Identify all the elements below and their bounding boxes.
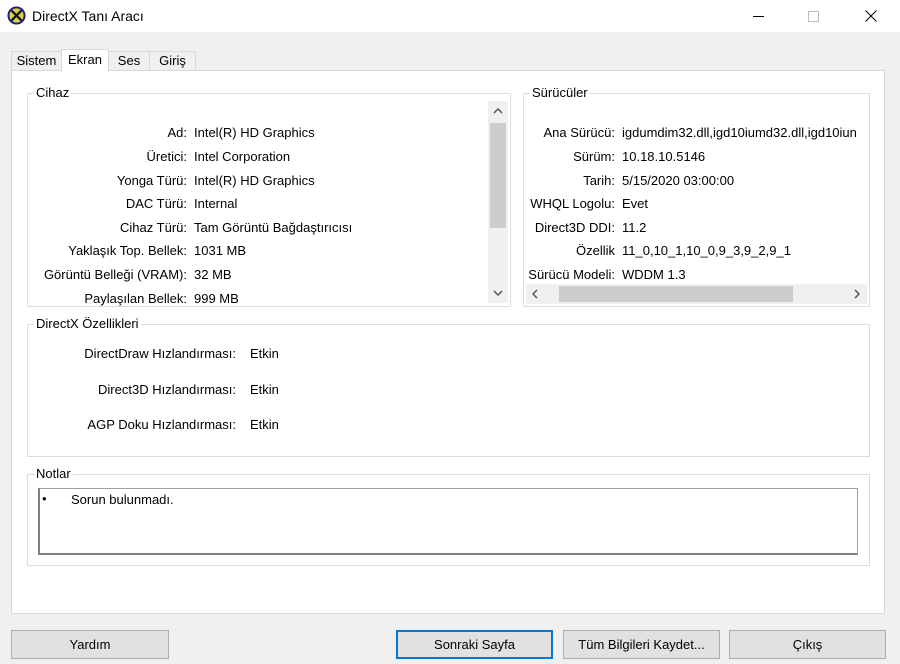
- device-value: 1031 MB: [194, 243, 247, 258]
- features-group-title: DirectX Özellikleri: [34, 316, 141, 331]
- driver-label: Sürücü Modeli:: [528, 267, 615, 282]
- device-row: Yaklaşık Top. Bellek: 1031 MB: [28, 241, 478, 261]
- notes-bullet: •: [42, 491, 47, 506]
- driver-label: Tarih:: [583, 173, 615, 188]
- help-button[interactable]: Yardım: [11, 630, 169, 659]
- notes-item: Sorun bulunmadı.: [71, 492, 174, 507]
- tab-ekran[interactable]: Ekran: [61, 49, 109, 72]
- drivers-horizontal-scrollbar[interactable]: [526, 284, 867, 304]
- save-all-info-button[interactable]: Tüm Bilgileri Kaydet...: [563, 630, 720, 659]
- directx-icon: [7, 6, 26, 25]
- device-label: Ad:: [167, 125, 187, 140]
- device-label: DAC Türü:: [125, 196, 187, 211]
- drivers-scroll-thumb[interactable]: [559, 286, 793, 302]
- save-all-info-button-label: Tüm Bilgileri Kaydet...: [578, 637, 705, 652]
- device-value: 999 MB: [194, 291, 239, 306]
- next-page-button-label: Sonraki Sayfa: [434, 637, 515, 652]
- device-scroll-thumb[interactable]: [490, 123, 506, 228]
- device-row: Ad: Intel(R) HD Graphics: [28, 123, 478, 143]
- device-label: Cihaz Türü:: [120, 220, 187, 235]
- feature-value: Etkin: [250, 382, 279, 397]
- feature-label: Direct3D Hızlandırması:: [98, 382, 236, 397]
- window-title: DirectX Tanı Aracı: [32, 8, 144, 24]
- feature-label: DirectDraw Hızlandırması:: [84, 346, 236, 361]
- driver-row: Özellik 11_0,10_1,10_0,9_3,9_2,9_1: [524, 241, 869, 261]
- notes-group-title: Notlar: [34, 466, 73, 481]
- close-icon: [865, 10, 877, 22]
- tab-panel-ekran: Cihaz Ad: Intel(R) HD Graphics Üretici: …: [11, 70, 885, 614]
- chevron-right-icon[interactable]: [853, 289, 861, 299]
- driver-value: 11.2: [622, 220, 647, 235]
- driver-label: Direct3D DDI:: [534, 220, 615, 235]
- features-group: DirectX Özellikleri DirectDraw Hızlandır…: [27, 316, 870, 457]
- tab-giris[interactable]: Giriş: [149, 51, 196, 70]
- minimize-icon: [752, 15, 764, 17]
- device-value: 32 MB: [194, 267, 232, 282]
- feature-label: AGP Doku Hızlandırması:: [87, 417, 236, 432]
- driver-value: 5/15/2020 03:00:00: [622, 173, 735, 188]
- exit-button[interactable]: Çıkış: [729, 630, 886, 659]
- device-row: Görüntü Belleği (VRAM): 32 MB: [28, 265, 478, 285]
- driver-row: Ana Sürücü: igdumdim32.dll,igd10iumd32.d…: [524, 123, 869, 143]
- driver-row: Sürücü Modeli: WDDM 1.3: [524, 265, 869, 284]
- feature-row: AGP Doku Hızlandırması: Etkin: [28, 415, 628, 435]
- driver-row: Sürüm: 10.18.10.5146: [524, 147, 869, 167]
- driver-value: Evet: [622, 196, 649, 211]
- device-value: Internal: [194, 196, 238, 211]
- device-label: Paylaşılan Bellek:: [84, 291, 187, 306]
- driver-row: Direct3D DDI: 11.2: [524, 218, 869, 238]
- feature-row: Direct3D Hızlandırması: Etkin: [28, 380, 628, 400]
- device-row: Paylaşılan Bellek: 999 MB: [28, 289, 478, 309]
- help-button-label: Yardım: [69, 637, 111, 652]
- feature-row: DirectDraw Hızlandırması: Etkin: [28, 344, 628, 364]
- chevron-left-icon[interactable]: [531, 289, 539, 299]
- device-group: Cihaz Ad: Intel(R) HD Graphics Üretici: …: [27, 85, 511, 309]
- device-value: Tam Görüntü Bağdaştırıcısı: [194, 220, 353, 235]
- device-row: Cihaz Türü: Tam Görüntü Bağdaştırıcısı: [28, 218, 478, 238]
- notes-textbox[interactable]: • Sorun bulunmadı.: [38, 488, 858, 555]
- next-page-button[interactable]: Sonraki Sayfa: [396, 630, 553, 659]
- device-group-title: Cihaz: [34, 85, 72, 100]
- maximize-icon: [807, 10, 819, 22]
- notes-group: Notlar • Sorun bulunmadı.: [27, 466, 870, 566]
- exit-button-label: Çıkış: [792, 637, 823, 652]
- chevron-up-icon[interactable]: [493, 107, 503, 115]
- driver-label: WHQL Logolu:: [530, 196, 615, 211]
- driver-value: WDDM 1.3: [622, 267, 686, 282]
- driver-value: 10.18.10.5146: [622, 149, 706, 164]
- drivers-rows: Ana Sürücü: igdumdim32.dll,igd10iumd32.d…: [524, 94, 869, 284]
- title-bar: DirectX Tanı Aracı: [0, 0, 900, 32]
- tab-ses[interactable]: Ses: [108, 51, 150, 70]
- device-value: Intel Corporation: [194, 149, 291, 164]
- driver-row: WHQL Logolu: Evet: [524, 194, 869, 214]
- device-label: Yonga Türü:: [116, 173, 187, 188]
- close-button[interactable]: [848, 0, 894, 32]
- drivers-group: Sürücüler Ana Sürücü: igdumdim32.dll,igd…: [523, 85, 870, 307]
- tab-sistem[interactable]: Sistem: [11, 51, 62, 70]
- device-vertical-scrollbar[interactable]: [488, 101, 508, 303]
- device-row: Yonga Türü: Intel(R) HD Graphics: [28, 171, 478, 191]
- driver-row: Tarih: 5/15/2020 03:00:00: [524, 171, 869, 191]
- minimize-button[interactable]: [735, 0, 781, 32]
- maximize-button[interactable]: [790, 0, 836, 32]
- chevron-down-icon[interactable]: [493, 289, 503, 297]
- device-value: Intel(R) HD Graphics: [194, 125, 315, 140]
- device-label: Üretici:: [146, 149, 187, 164]
- driver-label: Ana Sürücü:: [543, 125, 615, 140]
- device-row: DAC Türü: Internal: [28, 194, 478, 214]
- driver-label: Sürüm:: [573, 149, 615, 164]
- device-value: Intel(R) HD Graphics: [194, 173, 315, 188]
- driver-value: igdumdim32.dll,igd10iumd32.dll,igd10iun: [622, 125, 857, 140]
- device-label: Yaklaşık Top. Bellek:: [68, 243, 187, 258]
- feature-value: Etkin: [250, 417, 279, 432]
- driver-label: Özellik: [575, 243, 615, 258]
- feature-value: Etkin: [250, 346, 279, 361]
- driver-value: 11_0,10_1,10_0,9_3,9_2,9_1: [622, 243, 791, 258]
- device-label: Görüntü Belleği (VRAM):: [43, 267, 187, 282]
- device-row: Üretici: Intel Corporation: [28, 147, 478, 167]
